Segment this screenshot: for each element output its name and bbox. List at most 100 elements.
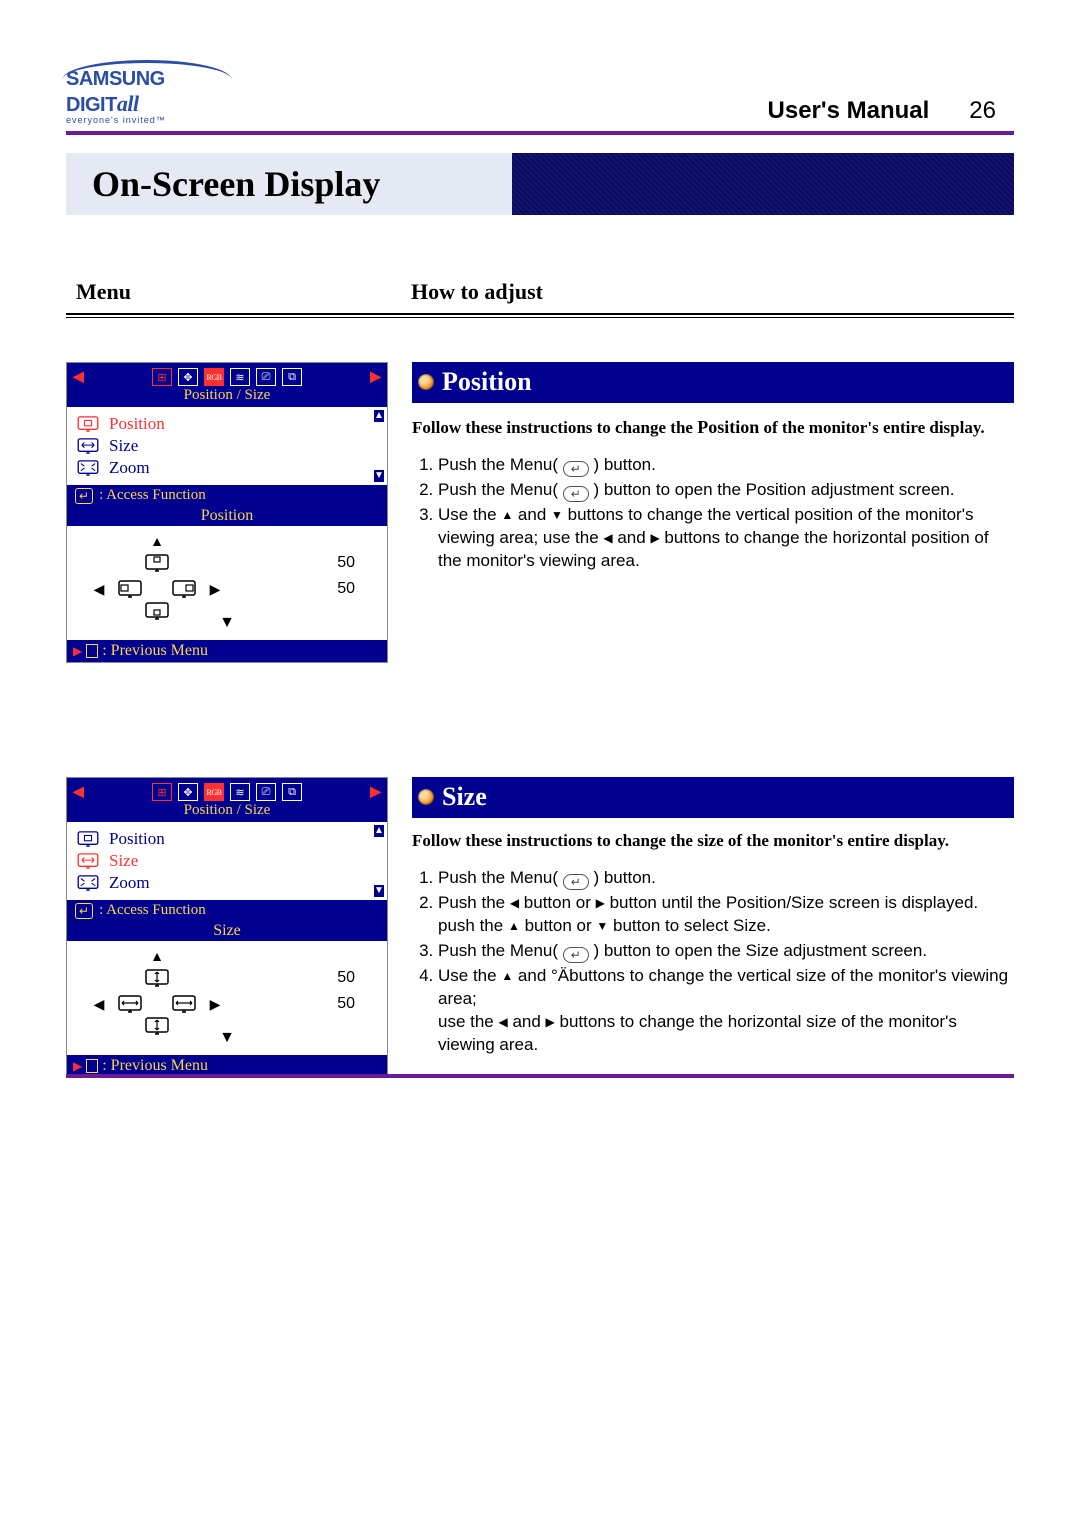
- osd-panel-position: ◀ ⊞✥RGB≋⎚⧉ ▶ Position / Size ▲ Position …: [66, 362, 388, 663]
- osd-tab-icon-screen[interactable]: ≋: [230, 368, 250, 386]
- osd-tab-icon-possize[interactable]: RGB: [204, 368, 224, 386]
- osd-tab-icon-info[interactable]: ⧉: [282, 368, 302, 386]
- step-item: Push the Menu( ) button.: [438, 454, 1014, 477]
- title-banner: On-Screen Display: [66, 153, 1014, 215]
- steps-list: Push the Menu( ) button.Push the ◀ butto…: [412, 867, 1014, 1057]
- osd-scroll-up-icon[interactable]: ▲: [374, 410, 384, 422]
- osd-menu: ▲ Position Size Zoom ▼: [67, 407, 387, 485]
- colhead-howto: How to adjust: [411, 279, 1014, 305]
- osd-prev-label: : Previous Menu: [102, 1057, 208, 1075]
- adjust-down-arrow-icon[interactable]: ▼: [219, 614, 235, 631]
- adjust-down-screen-icon: [145, 602, 169, 620]
- section-intro: Follow these instructions to change the …: [412, 415, 1014, 440]
- osd-tab-next-arrow-icon[interactable]: ▶: [370, 784, 381, 801]
- osd-tab-icon-advanced[interactable]: ⎚: [256, 783, 276, 801]
- osd-tab-prev-arrow-icon[interactable]: ◀: [73, 784, 84, 801]
- osd-item-icon: [77, 831, 99, 847]
- header-row: SAMSUNG DIGITall everyone's invited™ Use…: [66, 68, 1014, 125]
- osd-tab-bar: ◀ ⊞✥RGB≋⎚⧉ ▶ Position / Size: [67, 778, 387, 822]
- section-title-bar: Size: [412, 777, 1014, 818]
- step-item: Use the ▲ and °Äbuttons to change the ve…: [438, 965, 1014, 1057]
- footer-divider: [66, 1074, 1014, 1078]
- adjust-up-arrow-icon[interactable]: ▲: [150, 948, 164, 964]
- right-arrow-icon: ▶: [596, 895, 605, 911]
- osd-tab-icon-advanced[interactable]: ⎚: [256, 368, 276, 386]
- osd-tab-icons: ⊞ ✥ RGB ≋ ⎚ ⧉: [152, 368, 302, 386]
- menu-button-icon: [563, 461, 589, 477]
- adjust-right-arrow-icon[interactable]: ▶: [210, 581, 221, 598]
- header-divider: [66, 131, 1014, 135]
- osd-adjust-area: ▲ 50 ◀ ▶ 50 ▼: [67, 526, 387, 640]
- enter-key-icon: ↵: [75, 488, 93, 504]
- adjust-up-arrow-icon[interactable]: ▲: [150, 533, 164, 549]
- osd-menu-item-size[interactable]: Size: [77, 850, 377, 872]
- adjust-right-screen-icon: [172, 995, 196, 1013]
- osd-item-icon: [77, 460, 99, 476]
- brand-swoosh-icon: [62, 60, 232, 80]
- menu-button-icon: [563, 486, 589, 502]
- osd-item-label: Position: [109, 829, 165, 849]
- osd-adjust-heading: Size: [67, 921, 387, 941]
- osd-prev-arrow-icon: ▶: [73, 1059, 82, 1074]
- intro-pre: Follow these instructions to change the: [412, 418, 697, 437]
- osd-access-hint: ↵ : Access Function: [67, 485, 387, 506]
- osd-item-icon: [77, 416, 99, 432]
- osd-adjust-area: ▲ 50 ◀ ▶ 50 ▼: [67, 941, 387, 1055]
- osd-item-label: Size: [109, 436, 138, 456]
- page-title: On-Screen Display: [92, 163, 380, 205]
- osd-scroll-down-icon[interactable]: ▼: [374, 885, 384, 897]
- step-item: Push the ◀ button or ▶ button until the …: [438, 892, 1014, 938]
- steps-list: Push the Menu( ) button.Push the Menu( )…: [412, 454, 1014, 573]
- osd-scroll-down-icon[interactable]: ▼: [374, 470, 384, 482]
- adjust-right-arrow-icon[interactable]: ▶: [210, 996, 221, 1013]
- osd-item-icon: [77, 853, 99, 869]
- header-right: User's Manual 26: [768, 97, 1014, 125]
- osd-item-label: Zoom: [109, 873, 150, 893]
- intro-keyword: Position: [697, 417, 759, 437]
- osd-menu-item-zoom[interactable]: Zoom: [77, 457, 377, 479]
- adjust-down-arrow-icon[interactable]: ▼: [219, 1029, 235, 1046]
- osd-tab-icon-info[interactable]: ⧉: [282, 783, 302, 801]
- down-arrow-icon: ▼: [551, 507, 563, 523]
- osd-menu-item-size[interactable]: Size: [77, 435, 377, 457]
- osd-tab-icon-image[interactable]: ⊞: [152, 783, 172, 801]
- osd-tab-prev-arrow-icon[interactable]: ◀: [73, 369, 84, 386]
- section-intro: Follow these instructions to change the …: [412, 830, 1014, 853]
- menu-button-icon: [563, 947, 589, 963]
- adjust-up-screen-icon: [145, 554, 169, 572]
- osd-item-icon: [77, 875, 99, 891]
- menu-button-icon: [563, 874, 589, 890]
- osd-access-label: : Access Function: [99, 487, 206, 504]
- osd-scroll-up-icon[interactable]: ▲: [374, 825, 384, 837]
- osd-tab-icon-screen[interactable]: ≋: [230, 783, 250, 801]
- step-item: Push the Menu( ) button.: [438, 867, 1014, 890]
- osd-tab-next-arrow-icon[interactable]: ▶: [370, 369, 381, 386]
- osd-prev-label: : Previous Menu: [102, 642, 208, 660]
- osd-menu-item-zoom[interactable]: Zoom: [77, 872, 377, 894]
- right-arrow-icon: ▶: [546, 1014, 555, 1030]
- step-item: Use the ▲ and ▼ buttons to change the ve…: [438, 504, 1014, 573]
- colhead-divider: [66, 313, 1014, 318]
- intro-text: Follow these instructions to change the …: [412, 831, 949, 850]
- osd-tab-icon-possize[interactable]: RGB: [204, 783, 224, 801]
- enter-key-icon: ↵: [75, 903, 93, 919]
- page-number: 26: [969, 97, 996, 125]
- osd-tab-icon-geometry[interactable]: ✥: [178, 783, 198, 801]
- osd-tab-icon-image[interactable]: ⊞: [152, 368, 172, 386]
- adjust-left-arrow-icon[interactable]: ◀: [94, 996, 105, 1013]
- section-position: ◀ ⊞✥RGB≋⎚⧉ ▶ Position / Size ▲ Position …: [66, 362, 1014, 663]
- adjust-down-screen-icon: [145, 1017, 169, 1035]
- left-arrow-icon: ◀: [603, 530, 612, 546]
- osd-prev-box-icon: [86, 1059, 98, 1073]
- osd-menu-item-position[interactable]: Position: [77, 828, 377, 850]
- osd-menu: ▲ Position Size Zoom ▼: [67, 822, 387, 900]
- osd-access-label: : Access Function: [99, 902, 206, 919]
- up-arrow-icon: ▲: [501, 968, 513, 984]
- bullet-ball-icon: [418, 789, 434, 805]
- adjust-left-screen-icon: [118, 995, 142, 1013]
- osd-item-label: Zoom: [109, 458, 150, 478]
- adjust-left-arrow-icon[interactable]: ◀: [94, 581, 105, 598]
- osd-menu-item-position[interactable]: Position: [77, 413, 377, 435]
- section-title-bar: Position: [412, 362, 1014, 403]
- osd-tab-icon-geometry[interactable]: ✥: [178, 368, 198, 386]
